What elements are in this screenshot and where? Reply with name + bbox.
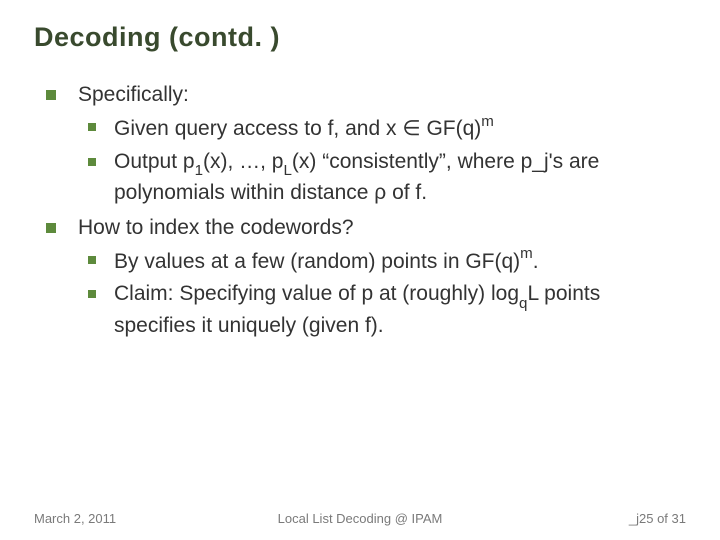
superscript: m <box>481 113 494 130</box>
bullet-specifically: Specifically: Given query access to f, a… <box>40 81 686 208</box>
subscript: 1 <box>195 162 203 179</box>
slide-title: Decoding (contd. ) <box>34 22 686 53</box>
subscript: L <box>283 162 291 179</box>
slide-footer: March 2, 2011 Local List Decoding @ IPAM… <box>0 511 720 526</box>
slide-content: Specifically: Given query access to f, a… <box>34 81 686 340</box>
sub-list: By values at a few (random) points in GF… <box>80 246 686 340</box>
bullet-list: Specifically: Given query access to f, a… <box>40 81 686 340</box>
sub-list: Given query access to f, and x ∈ GF(q)m … <box>80 113 686 207</box>
bullet-output: Output p1(x), …, pL(x) “consistently”, w… <box>80 148 686 208</box>
bullet-how-to-index: How to index the codewords? By values at… <box>40 214 686 341</box>
text-part: By values at a few (random) points in GF… <box>114 250 520 273</box>
slide: Decoding (contd. ) Specifically: Given q… <box>0 0 720 540</box>
bullet-text: How to index the codewords? <box>78 216 354 239</box>
text-part: Output p <box>114 150 195 173</box>
text-part: Given query access to f, and x <box>114 117 402 140</box>
bullet-claim: Claim: Specifying value of p at (roughly… <box>80 280 686 340</box>
superscript: m <box>520 245 533 262</box>
footer-title: Local List Decoding @ IPAM <box>0 511 720 526</box>
text-part: . <box>533 250 539 273</box>
subscript: q <box>519 295 527 312</box>
bullet-text: Specifically: <box>78 83 189 106</box>
text-part: GF(q) <box>421 117 482 140</box>
text-part: (x), …, p <box>203 150 284 173</box>
bullet-by-values: By values at a few (random) points in GF… <box>80 246 686 276</box>
bullet-given-query: Given query access to f, and x ∈ GF(q)m <box>80 113 686 143</box>
text-part: Claim: Specifying value of p at (roughly… <box>114 282 519 305</box>
element-of-icon: ∈ <box>402 117 420 140</box>
